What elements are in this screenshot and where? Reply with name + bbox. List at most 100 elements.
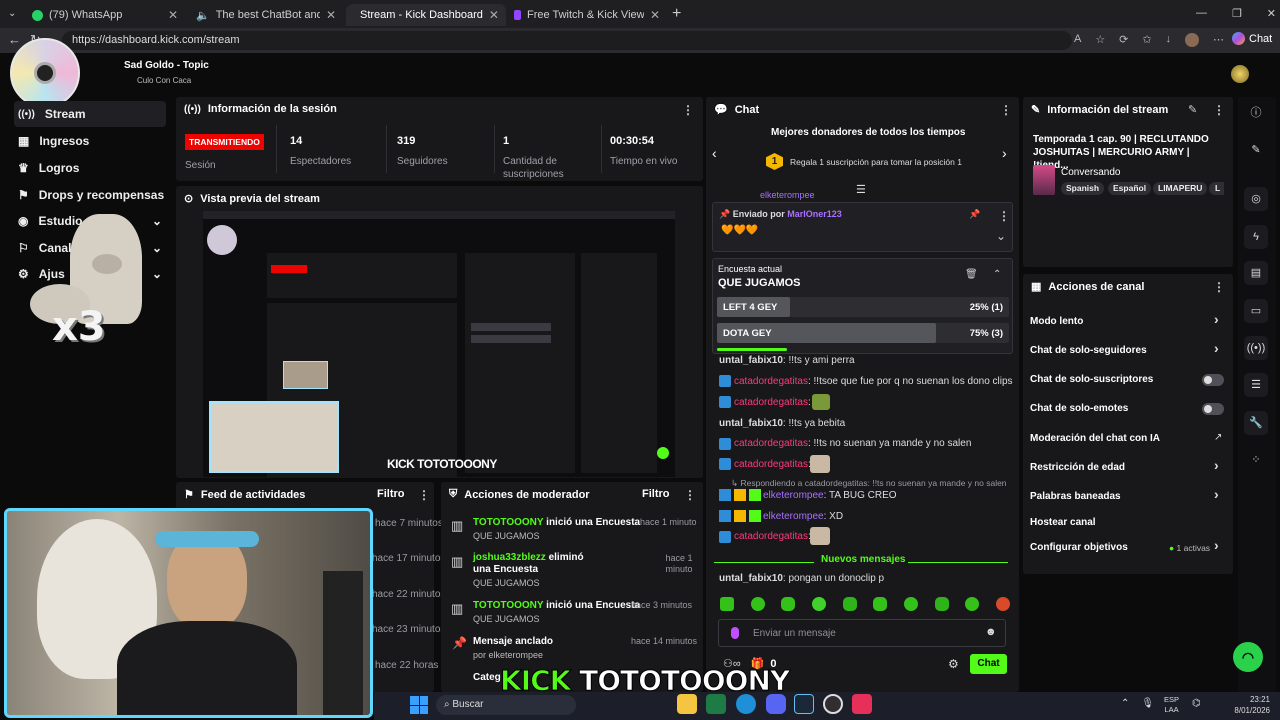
download-icon[interactable]: ↓ — [1166, 33, 1172, 47]
tab-whatsapp[interactable]: (79) WhatsApp ✕ — [24, 4, 186, 26]
emote-icon[interactable] — [965, 597, 980, 611]
tab-list-icon[interactable]: ⌄ — [8, 8, 16, 19]
next-donor-icon[interactable]: › — [1002, 145, 1007, 161]
steam-icon[interactable] — [794, 694, 814, 714]
language-indicator[interactable]: ESP LAA — [1164, 695, 1179, 715]
close-tab-icon[interactable]: ✕ — [326, 8, 336, 22]
stream-tag[interactable]: Spanish — [1061, 182, 1105, 195]
external-link-icon[interactable]: ↗ — [1214, 432, 1222, 443]
new-messages-divider[interactable]: Nuevos mensajes — [714, 554, 1008, 568]
unpin-icon[interactable]: 📌 — [969, 209, 980, 220]
stream-tag[interactable]: Español — [1108, 182, 1152, 195]
action-ai-moderation[interactable]: Moderación del chat con IA — [1030, 433, 1160, 444]
favorites-icon[interactable]: ✩ — [1142, 33, 1151, 47]
edit-icon[interactable]: ✎ — [1188, 103, 1197, 116]
more-options-icon[interactable]: ⋮ — [1213, 280, 1225, 294]
copilot-chat-button[interactable]: Chat — [1232, 32, 1272, 45]
chat-settings-icon[interactable]: ⚙ — [948, 657, 959, 671]
tiktok-icon[interactable] — [852, 694, 872, 714]
sidebar-item-ingresos[interactable]: ▦ Ingresos — [14, 128, 166, 154]
sidebar-item-drops[interactable]: ⚑ Drops y recompensas — [14, 182, 166, 208]
chevron-up-icon[interactable]: ⌃ — [1121, 698, 1129, 709]
chat-bubble-icon[interactable]: ▭ — [1244, 299, 1268, 323]
delete-poll-icon[interactable]: 🗑 — [965, 269, 978, 280]
lightning-icon[interactable]: ϟ — [1244, 225, 1268, 249]
more-options-icon[interactable]: ⋮ — [418, 488, 430, 502]
obs-icon[interactable] — [823, 694, 843, 714]
discord-icon[interactable] — [766, 694, 786, 714]
new-tab-button[interactable]: + — [672, 5, 681, 23]
broadcast-icon[interactable]: ((•)) — [1244, 336, 1268, 360]
mic-icon[interactable] — [731, 627, 739, 639]
emote-icon[interactable] — [903, 597, 918, 611]
more-options-icon[interactable]: ⋮ — [682, 103, 694, 117]
emote-icon[interactable] — [873, 597, 888, 611]
action-followers-only[interactable]: Chat de solo-seguidores — [1030, 345, 1147, 356]
tab-chatbot[interactable]: 🔈 The best ChatBot and Widget ✕ — [188, 4, 344, 26]
tab-free-viewers[interactable]: Free Twitch & Kick Viewers - Try 1 ✕ — [506, 4, 668, 26]
help-button[interactable]: ◠ — [1233, 642, 1263, 672]
message-input[interactable]: Enviar un mensaje ☻ — [718, 619, 1006, 647]
url-field[interactable]: https://dashboard.kick.com/stream — [62, 31, 1072, 50]
stream-preview-video[interactable]: KICK TOTOTOOONY — [203, 211, 675, 477]
chevron-right-icon[interactable]: › — [1214, 311, 1219, 327]
action-set-goals[interactable]: Configurar objetivos — [1030, 542, 1128, 553]
collapse-poll-icon[interactable]: ⌃ — [993, 269, 1001, 280]
send-chat-button[interactable]: Chat — [970, 654, 1007, 674]
stream-tag[interactable]: L — [1209, 182, 1225, 195]
emote-bar[interactable] — [720, 597, 1010, 613]
back-icon[interactable]: ← — [8, 32, 21, 47]
prev-donor-icon[interactable]: ‹ — [712, 145, 717, 161]
chevron-right-icon[interactable]: › — [1214, 457, 1219, 473]
chat-filter-icon[interactable]: ☰ — [856, 183, 866, 196]
taskbar-search[interactable]: ⌕ Buscar — [436, 695, 576, 715]
window-controls[interactable]: — ❐ ✕ — [1196, 7, 1276, 20]
more-options-icon[interactable]: ⋮ — [1000, 103, 1012, 117]
nodes-icon[interactable]: ⁘ — [1244, 448, 1268, 472]
emote-icon[interactable] — [811, 597, 826, 611]
close-window-icon[interactable]: ✕ — [1267, 7, 1276, 20]
file-explorer-icon[interactable] — [677, 694, 697, 714]
tab-kick-dashboard[interactable]: Stream - Kick Dashboard ✕ — [346, 4, 506, 26]
chevron-down-icon[interactable]: ⌄ — [996, 229, 1006, 243]
document-icon[interactable]: ▤ — [1244, 261, 1268, 285]
more-icon[interactable]: ⋯ — [1213, 33, 1224, 47]
close-tab-icon[interactable]: ✕ — [168, 8, 178, 22]
read-aloud-icon[interactable]: A — [1074, 33, 1081, 47]
emotes-only-toggle[interactable] — [1202, 403, 1224, 415]
emote-icon[interactable] — [842, 597, 857, 611]
poll-option[interactable]: DOTA GEY 75% (3) — [717, 323, 1009, 343]
more-options-icon[interactable]: ⋮ — [1213, 103, 1225, 117]
favorite-icon[interactable]: ☆ — [1095, 33, 1105, 47]
camera-icon[interactable]: ◎ — [1244, 187, 1268, 211]
edit-icon[interactable]: ✎ — [1244, 138, 1268, 162]
wrench-icon[interactable]: 🔧 — [1244, 411, 1268, 435]
sidebar-item-stream[interactable]: ((•)) Stream — [14, 101, 166, 127]
close-tab-icon[interactable]: ✕ — [650, 8, 660, 22]
stream-tag[interactable]: LIMAPERU — [1153, 182, 1208, 195]
emote-icon[interactable] — [934, 597, 949, 611]
maximize-icon[interactable]: ❐ — [1232, 7, 1242, 20]
poll-option[interactable]: LEFT 4 GEY 25% (1) — [717, 297, 1009, 317]
emote-icon[interactable] — [750, 597, 765, 611]
emote-icon[interactable] — [995, 597, 1010, 611]
close-tab-icon[interactable]: ✕ — [489, 8, 499, 22]
user-avatar[interactable] — [1231, 65, 1249, 83]
more-options-icon[interactable]: ⋮ — [998, 209, 1010, 223]
mod-filter-button[interactable]: Filtro — [642, 488, 670, 500]
minimize-icon[interactable]: — — [1196, 7, 1207, 20]
excel-icon[interactable] — [706, 694, 726, 714]
chevron-right-icon[interactable]: › — [1214, 340, 1219, 356]
emote-icon[interactable] — [781, 597, 796, 611]
edge-icon[interactable] — [736, 694, 756, 714]
action-slow-mode[interactable]: Modo lento — [1030, 316, 1083, 327]
action-banned-words[interactable]: Palabras baneadas — [1030, 491, 1121, 502]
info-icon[interactable]: ⓘ — [1244, 101, 1268, 125]
clock[interactable]: 23:21 8/01/2026 — [1230, 694, 1270, 716]
layout-icon[interactable]: ☰ — [1244, 373, 1268, 397]
emote-icon[interactable] — [720, 597, 734, 611]
mic-icon[interactable]: 🎙 — [1141, 698, 1154, 709]
network-icon[interactable]: ⌬ — [1192, 698, 1201, 709]
extensions-icon[interactable]: ⟳ — [1119, 33, 1128, 47]
subs-only-toggle[interactable] — [1202, 374, 1224, 386]
